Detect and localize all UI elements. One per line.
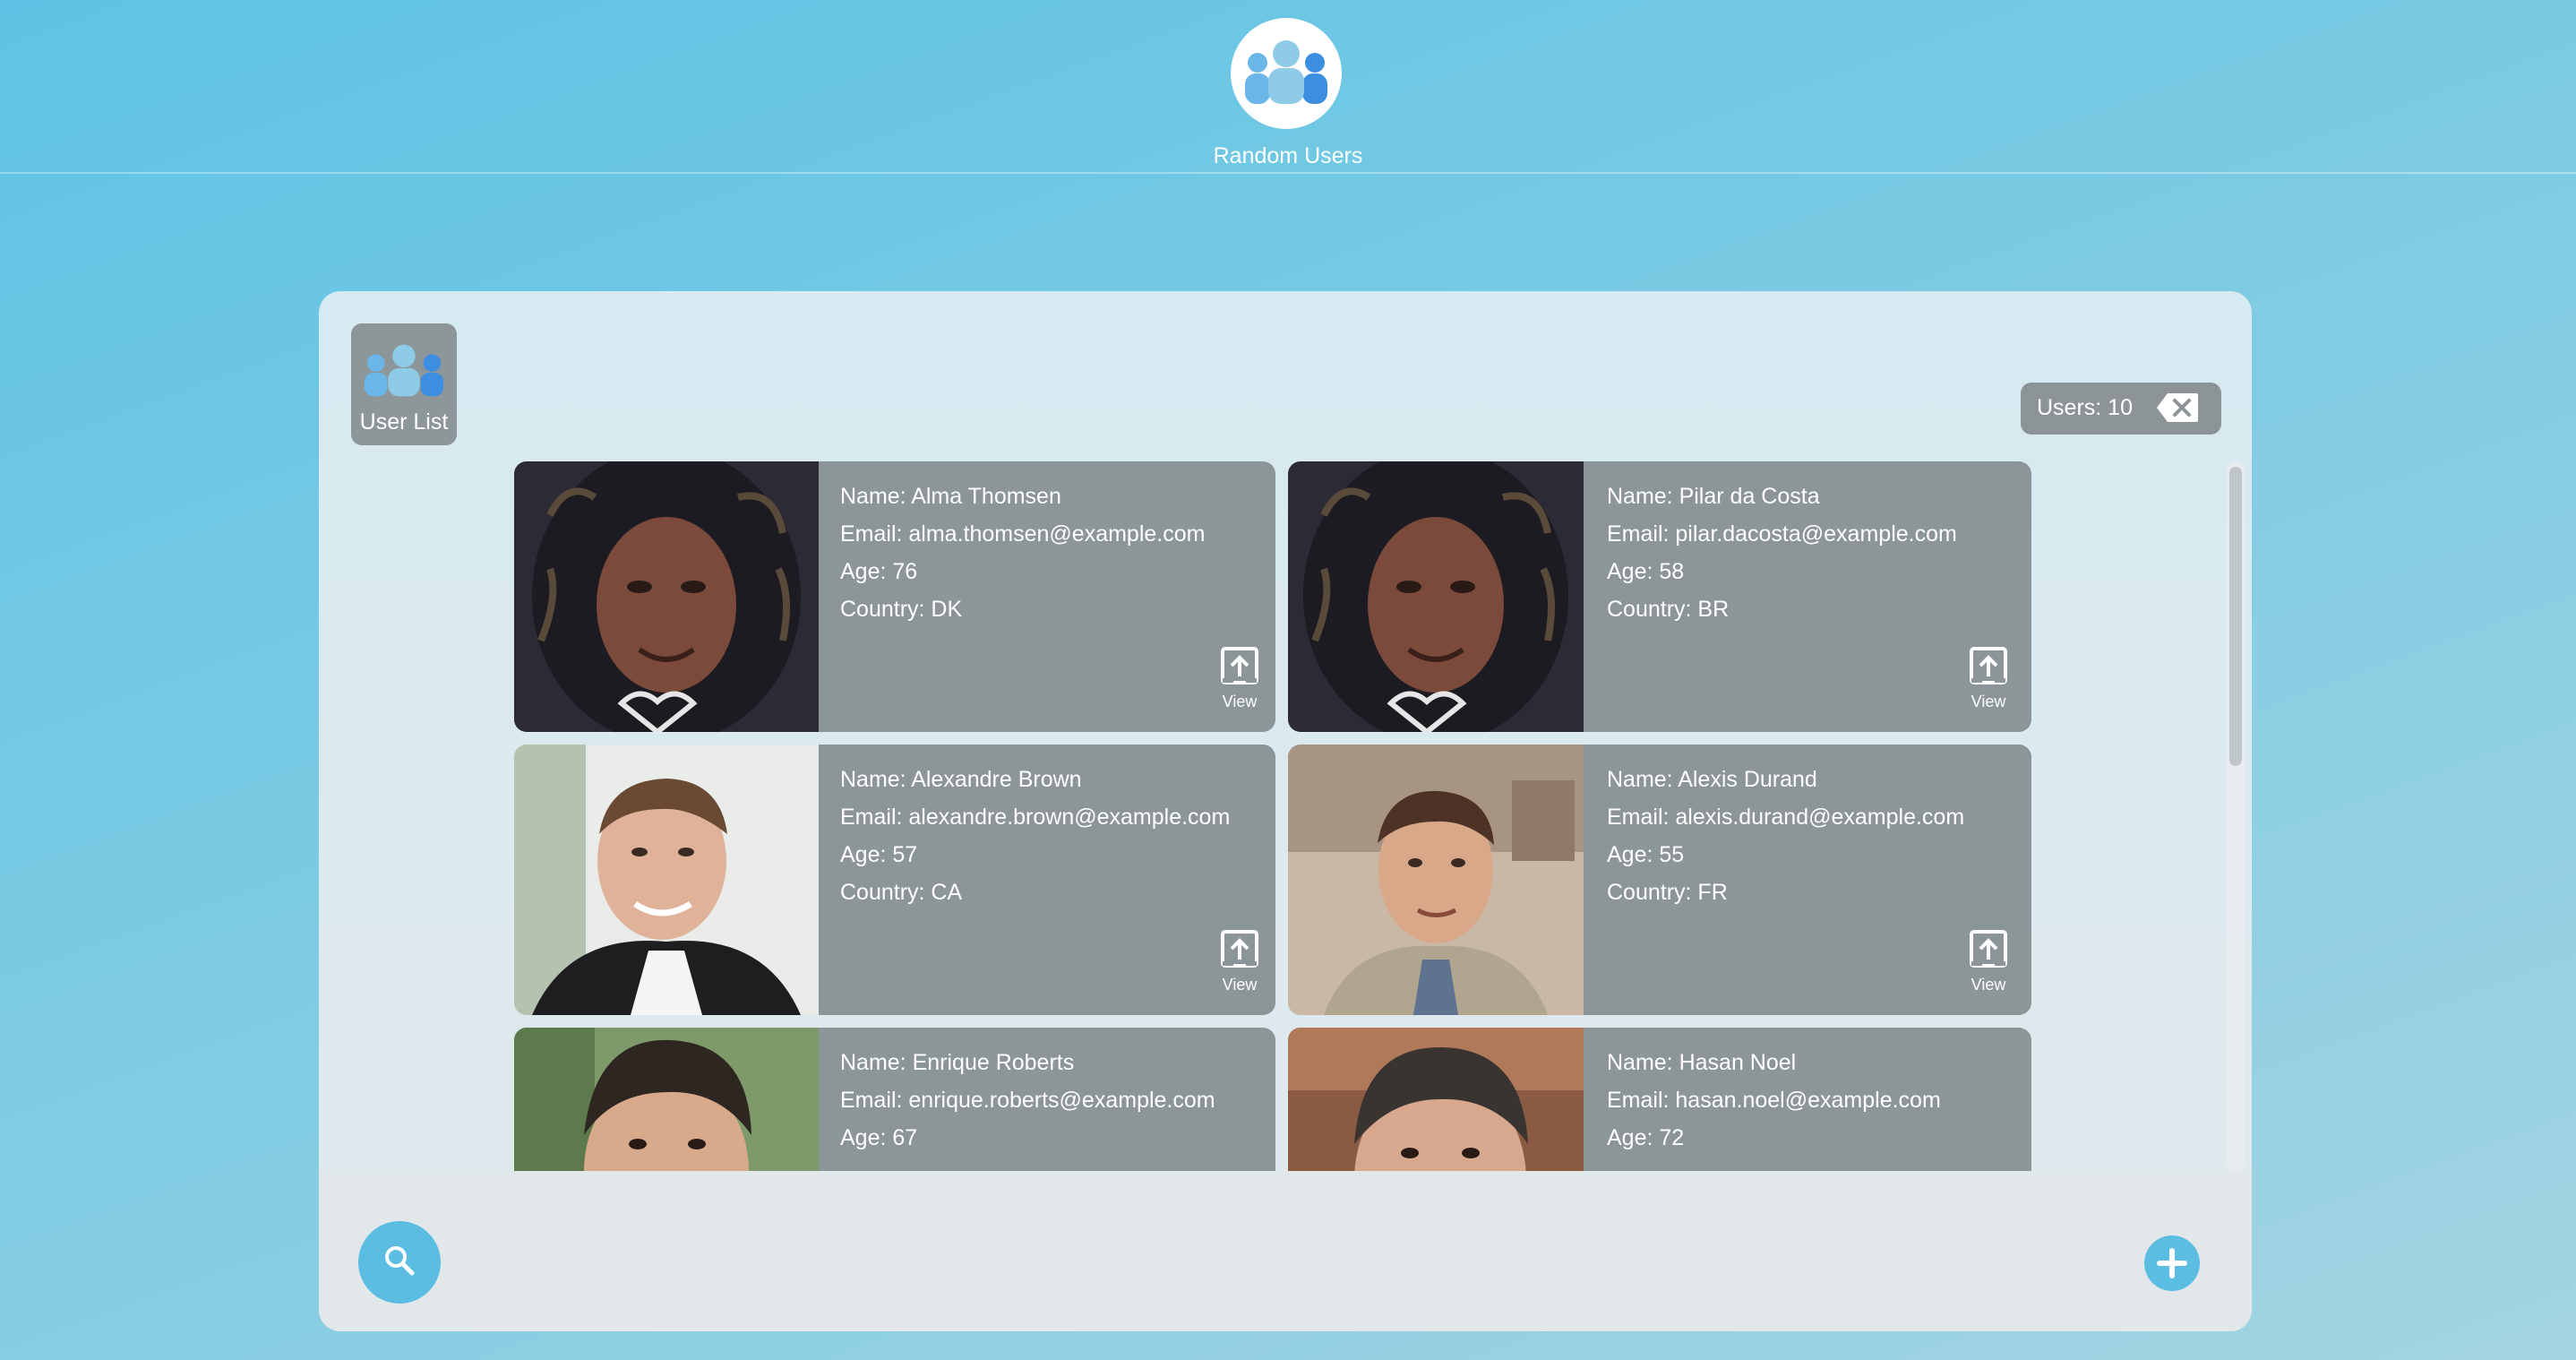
user-country: Country: FR [1607, 880, 1728, 905]
user-cards-scroll-area[interactable]: Name: Alma Thomsen Email: alma.thomsen@e… [319, 461, 2252, 1171]
user-age: Age: 72 [1607, 1125, 1685, 1150]
user-email: Email: hasan.noel@example.com [1607, 1088, 1941, 1113]
user-card: Name: Enrique Roberts Email: enrique.rob… [514, 1028, 1275, 1171]
user-info: Name: Alexis Durand Email: alexis.durand… [1607, 761, 1964, 911]
user-photo [1288, 461, 1584, 732]
vertical-scrollbar[interactable] [2227, 461, 2245, 1171]
user-name: Name: Enrique Roberts [840, 1050, 1075, 1075]
user-name: Name: Pilar da Costa [1607, 484, 1820, 509]
header-divider [0, 172, 2576, 174]
user-email: Email: alexis.durand@example.com [1607, 805, 1965, 830]
user-list-panel: User List Users: 10 Name: Alma Thomsen E… [319, 291, 2252, 1331]
user-email: Email: enrique.roberts@example.com [840, 1088, 1215, 1113]
user-info: Name: Enrique Roberts Email: enrique.rob… [840, 1044, 1215, 1157]
user-card: Name: Alma Thomsen Email: alma.thomsen@e… [514, 461, 1275, 732]
scrollbar-thumb[interactable] [2229, 467, 2242, 766]
plus-icon [2157, 1248, 2187, 1278]
user-name: Name: Hasan Noel [1607, 1050, 1797, 1075]
user-list-label: User List [359, 409, 449, 435]
user-photo [514, 745, 819, 1015]
view-user-button[interactable]: View [1962, 929, 2015, 1001]
user-info: Name: Alexandre Brown Email: alexandre.b… [840, 761, 1230, 911]
user-info: Name: Alma Thomsen Email: alma.thomsen@e… [840, 478, 1205, 628]
view-label: View [1222, 976, 1258, 994]
open-external-icon [1221, 647, 1258, 684]
user-email: Email: pilar.dacosta@example.com [1607, 521, 1957, 547]
user-info: Name: Pilar da Costa Email: pilar.dacost… [1607, 478, 1957, 628]
view-user-button[interactable]: View [1213, 929, 1267, 1001]
open-external-icon [1970, 930, 2007, 968]
user-photo [514, 1028, 819, 1171]
user-age: Age: 55 [1607, 842, 1685, 867]
users-group-icon [364, 344, 444, 397]
user-country: Country: DK [840, 597, 963, 622]
user-age: Age: 58 [1607, 559, 1685, 584]
view-user-button[interactable]: View [1962, 646, 2015, 718]
users-count-label: Users: 10 [2037, 395, 2133, 420]
open-external-icon [1970, 647, 2007, 684]
user-name: Name: Alexandre Brown [840, 767, 1082, 792]
user-country: Country: CA [840, 880, 963, 905]
search-button[interactable] [358, 1221, 441, 1304]
user-card: Name: Hasan Noel Email: hasan.noel@examp… [1288, 1028, 2031, 1171]
user-name: Name: Alexis Durand [1607, 767, 1817, 792]
user-email: Email: alexandre.brown@example.com [840, 805, 1231, 830]
user-age: Age: 57 [840, 842, 918, 867]
user-info: Name: Hasan Noel Email: hasan.noel@examp… [1607, 1044, 1941, 1157]
user-photo [514, 461, 819, 732]
open-external-icon [1221, 930, 1258, 968]
user-age: Age: 76 [840, 559, 918, 584]
view-label: View [1222, 693, 1258, 710]
app-header: Random Users [0, 0, 2576, 174]
add-user-button[interactable] [2144, 1235, 2200, 1291]
backspace-icon [2157, 393, 2198, 422]
user-card: Name: Pilar da Costa Email: pilar.dacost… [1288, 461, 2031, 732]
app-logo [1231, 18, 1342, 129]
user-email: Email: alma.thomsen@example.com [840, 521, 1206, 547]
view-label: View [1971, 976, 2006, 994]
app-title: Random Users [1213, 143, 1363, 168]
users-group-icon [1245, 40, 1327, 104]
users-count-badge: Users: 10 [2021, 383, 2221, 435]
user-photo [1288, 1028, 1584, 1171]
view-user-button[interactable]: View [1213, 646, 1267, 718]
clear-users-button[interactable] [2155, 392, 2200, 424]
user-card: Name: Alexandre Brown Email: alexandre.b… [514, 745, 1275, 1015]
user-name: Name: Alma Thomsen [840, 484, 1061, 509]
view-label: View [1971, 693, 2006, 710]
user-photo [1288, 745, 1584, 1015]
user-age: Age: 67 [840, 1125, 918, 1150]
search-icon [385, 1246, 415, 1276]
user-list-tile: User List [351, 323, 457, 445]
bottom-toolbar [319, 1171, 2252, 1331]
user-country: Country: BR [1607, 597, 1730, 622]
user-card: Name: Alexis Durand Email: alexis.durand… [1288, 745, 2031, 1015]
